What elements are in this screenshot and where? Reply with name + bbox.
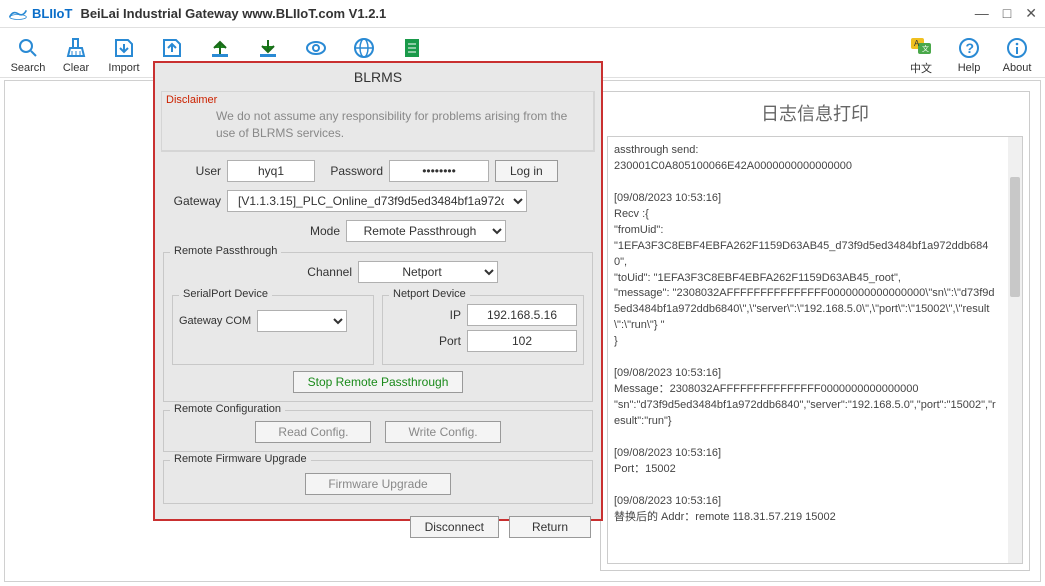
language-button[interactable]: A文 中文	[897, 32, 945, 78]
svg-text:A: A	[914, 39, 920, 48]
port-label: Port	[421, 334, 461, 348]
import-icon	[112, 36, 136, 60]
blrms-dialog: BLRMS Disclaimer We do not assume any re…	[153, 61, 603, 521]
gateway-select[interactable]: [V1.1.3.15]_PLC_Online_d73f9d5ed3484bf1a…	[227, 190, 527, 212]
channel-select[interactable]: Netport	[358, 261, 498, 283]
help-icon: ?	[957, 36, 981, 60]
log-panel-title: 日志信息打印	[601, 92, 1029, 136]
netport-device-group: Netport Device IP Port	[382, 295, 584, 365]
ip-label: IP	[421, 308, 461, 322]
gateway-label: Gateway	[165, 194, 221, 208]
password-input[interactable]	[389, 160, 489, 182]
return-button[interactable]: Return	[509, 516, 591, 538]
ip-input[interactable]	[467, 304, 577, 326]
mode-label: Mode	[300, 224, 340, 238]
app-title: BeiLai Industrial Gateway www.BLIIoT.com…	[80, 6, 386, 21]
firmware-upgrade-button[interactable]: Firmware Upgrade	[305, 473, 450, 495]
password-label: Password	[321, 164, 383, 178]
gateway-com-select[interactable]	[257, 310, 347, 332]
workspace: 日志信息打印 assthrough send:230001C0A80510006…	[4, 80, 1041, 582]
port-input[interactable]	[467, 330, 577, 352]
remote-firmware-group: Remote Firmware Upgrade Firmware Upgrade	[163, 460, 593, 504]
language-icon: A文	[909, 34, 933, 58]
broom-icon	[64, 36, 88, 60]
globe-icon	[352, 36, 376, 60]
login-button[interactable]: Log in	[495, 160, 558, 182]
write-config-button[interactable]: Write Config.	[385, 421, 500, 443]
download-icon	[256, 36, 280, 60]
search-icon	[16, 36, 40, 60]
svg-text:?: ?	[966, 40, 975, 56]
svg-text:文: 文	[922, 44, 929, 53]
remote-passthrough-group: Remote Passthrough Channel Netport Seria…	[163, 252, 593, 402]
clear-button[interactable]: Clear	[52, 32, 100, 78]
channel-label: Channel	[298, 265, 352, 279]
gateway-com-label: Gateway COM	[179, 315, 251, 327]
dialog-title: BLRMS	[155, 63, 601, 89]
disclaimer-heading: Disclaimer	[166, 94, 589, 106]
info-icon	[1005, 36, 1029, 60]
minimize-icon[interactable]: —	[975, 5, 989, 22]
close-icon[interactable]: ✕	[1025, 5, 1037, 22]
mode-select[interactable]: Remote Passthrough	[346, 220, 506, 242]
search-button[interactable]: Search	[4, 32, 52, 78]
title-bar: BLIIoT BeiLai Industrial Gateway www.BLI…	[0, 0, 1045, 28]
disconnect-button[interactable]: Disconnect	[410, 516, 499, 538]
log-scrollbar[interactable]	[1008, 137, 1022, 563]
logo-icon	[8, 7, 28, 21]
export-icon	[160, 36, 184, 60]
remote-configuration-group: Remote Configuration Read Config. Write …	[163, 410, 593, 452]
help-button[interactable]: ? Help	[945, 32, 993, 78]
disclaimer-text: We do not assume any responsibility for …	[166, 106, 589, 142]
maximize-icon[interactable]: □	[1003, 5, 1011, 22]
user-label: User	[165, 164, 221, 178]
log-panel: 日志信息打印 assthrough send:230001C0A80510006…	[600, 91, 1030, 571]
stop-passthrough-button[interactable]: Stop Remote Passthrough	[293, 371, 464, 393]
document-icon	[400, 36, 424, 60]
read-config-button[interactable]: Read Config.	[255, 421, 371, 443]
about-button[interactable]: About	[993, 32, 1041, 78]
eye-icon	[304, 36, 328, 60]
user-input[interactable]	[227, 160, 315, 182]
upload-icon	[208, 36, 232, 60]
log-body[interactable]: assthrough send:230001C0A805100066E42A00…	[607, 136, 1023, 564]
import-button[interactable]: Import	[100, 32, 148, 78]
serialport-device-group: SerialPort Device Gateway COM	[172, 295, 374, 365]
disclaimer-box: Disclaimer We do not assume any responsi…	[161, 91, 595, 152]
logo-text: BLIIoT	[32, 6, 72, 21]
